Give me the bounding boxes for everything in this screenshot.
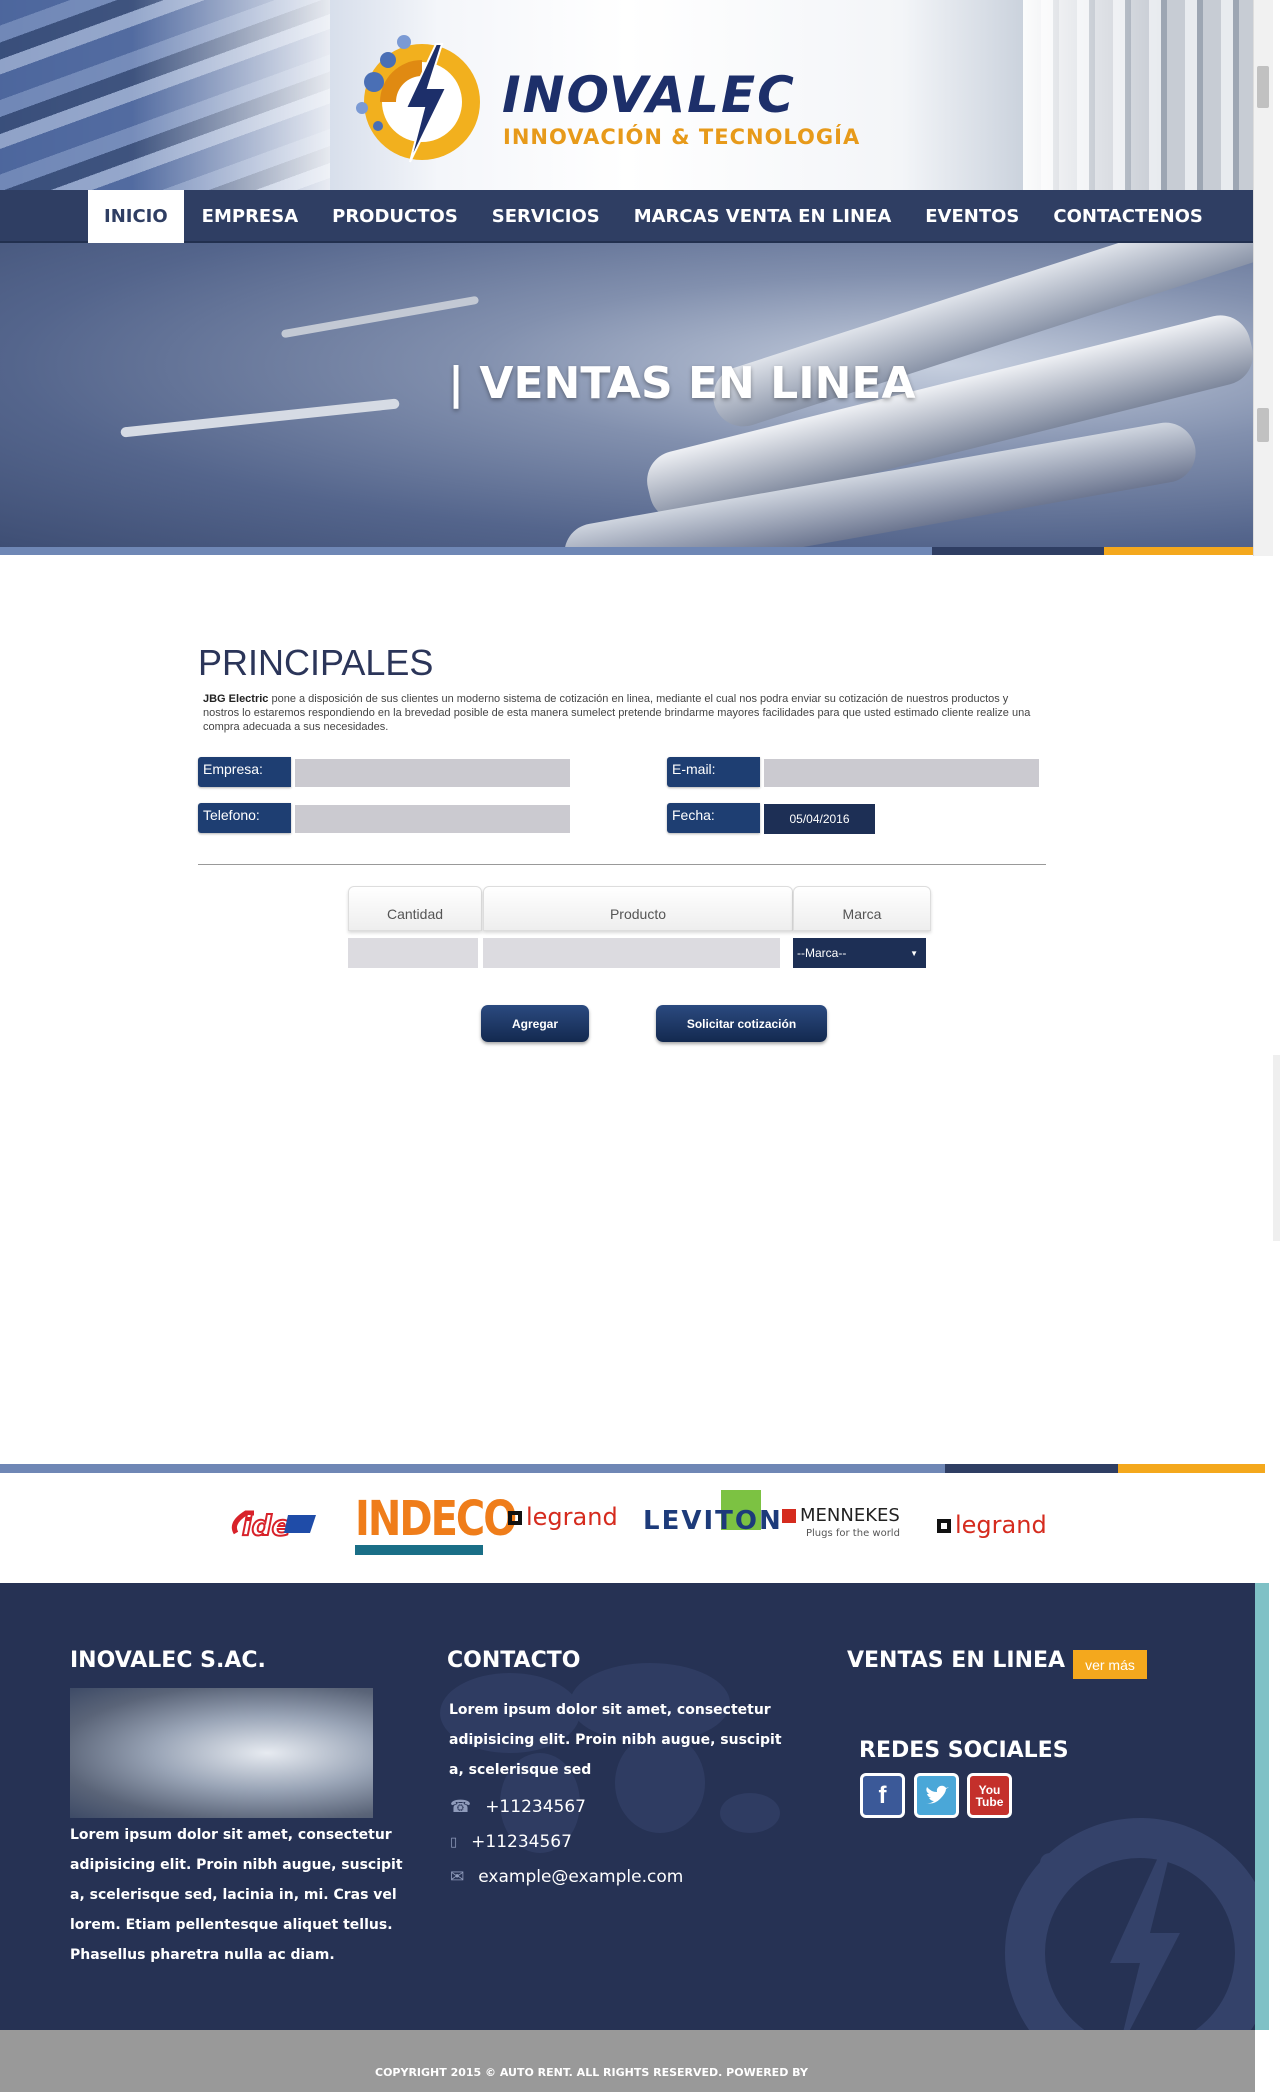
telefono-label: Telefono: bbox=[198, 803, 291, 833]
section-divider bbox=[198, 864, 1046, 865]
footer-phone[interactable]: +11234567 bbox=[485, 1797, 586, 1817]
main-navigation: INICIO EMPRESA PRODUCTOS SERVICIOS MARCA… bbox=[0, 190, 1253, 243]
telefono-field[interactable] bbox=[295, 805, 570, 833]
agregar-button[interactable]: Agregar bbox=[481, 1005, 589, 1042]
chevron-down-icon: ▼ bbox=[910, 948, 918, 958]
indeco-logo[interactable]: INDECO bbox=[355, 1491, 517, 1555]
indeco-underline bbox=[355, 1545, 483, 1555]
copyright-bar: COPYRIGHT 2015 © AUTO RENT. ALL RIGHTS R… bbox=[0, 2030, 1255, 2092]
brands-accent-bar bbox=[0, 1464, 945, 1473]
legrand-text: legrand bbox=[955, 1511, 1047, 1539]
footer-redes-title: REDES SOCIALES bbox=[859, 1738, 1069, 1763]
mennekes-slogan: Plugs for the world bbox=[806, 1528, 900, 1539]
twitter-bird-shape bbox=[925, 1785, 949, 1803]
youtube-icon[interactable]: You Tube bbox=[967, 1773, 1012, 1818]
col-header-producto: Producto bbox=[483, 886, 793, 931]
footer-company-text: Lorem ipsum dolor sit amet, consectetur … bbox=[70, 1827, 403, 1963]
nav-item-productos[interactable]: PRODUCTOS bbox=[316, 190, 474, 243]
brands-accent-bar bbox=[1118, 1464, 1265, 1473]
producto-input[interactable] bbox=[483, 938, 780, 968]
banner-drill-bit bbox=[120, 398, 400, 438]
ide-logo-icon[interactable]: ide bbox=[228, 1503, 322, 1543]
legrand-text: legrand bbox=[526, 1503, 618, 1531]
banner-accent-bar bbox=[932, 547, 1104, 555]
banner-accent-bar bbox=[0, 547, 932, 555]
footer-company-title: INOVALEC S.AC. bbox=[70, 1648, 266, 1673]
svg-text:ide: ide bbox=[242, 1509, 291, 1542]
footer-contact-text: Lorem ipsum dolor sit amet, consectetur … bbox=[449, 1702, 782, 1778]
marca-select-value: --Marca-- bbox=[797, 946, 847, 960]
inovalec-logo-icon[interactable] bbox=[340, 24, 490, 174]
site-footer: INOVALEC S.AC. Lorem ipsum dolor sit ame… bbox=[0, 1583, 1255, 2030]
cantidad-input[interactable] bbox=[348, 938, 478, 968]
mennekes-mark-icon bbox=[782, 1508, 796, 1523]
copyright-text: COPYRIGHT 2015 © AUTO RENT. ALL RIGHTS R… bbox=[375, 2066, 808, 2079]
nav-item-eventos[interactable]: EVENTOS bbox=[909, 190, 1035, 243]
header-tower-image bbox=[1023, 0, 1253, 190]
nav-item-servicios[interactable]: SERVICIOS bbox=[476, 190, 616, 243]
legrand-logo[interactable]: legrand bbox=[508, 1503, 618, 1531]
mennekes-text: MENNEKES bbox=[800, 1505, 900, 1526]
section-title: PRINCIPALES bbox=[198, 642, 434, 683]
footer-mobile[interactable]: +11234567 bbox=[471, 1832, 572, 1852]
footer-mobile-line: ▯ +11234567 bbox=[450, 1832, 572, 1852]
empresa-label: Empresa: bbox=[198, 757, 291, 787]
scrollbar-thumb-secondary[interactable] bbox=[1257, 408, 1269, 442]
mennekes-logo[interactable]: MENNEKES Plugs for the world bbox=[782, 1505, 912, 1539]
site-header: INOVALEC INNOVACIÓN & TECNOLOGÍA bbox=[0, 0, 1253, 190]
footer-watermark-logo-icon bbox=[1005, 1818, 1255, 2030]
legrand-square-icon bbox=[508, 1511, 522, 1525]
nav-item-marcas[interactable]: MARCAS VENTA EN LINEA bbox=[618, 190, 908, 243]
leviton-logo[interactable]: LEVITON bbox=[643, 1490, 781, 1540]
footer-contact-title: CONTACTO bbox=[447, 1648, 581, 1673]
marca-select[interactable]: --Marca-- ▼ bbox=[793, 938, 926, 968]
intro-company: JBG Electric bbox=[203, 693, 269, 705]
footer-email[interactable]: example@example.com bbox=[478, 1867, 683, 1887]
footer-phone-line: ☎ +11234567 bbox=[450, 1797, 586, 1817]
fecha-field[interactable]: 05/04/2016 bbox=[764, 804, 875, 834]
header-machinery-image bbox=[0, 0, 330, 190]
twitter-icon[interactable] bbox=[914, 1773, 959, 1818]
legrand-square-icon bbox=[937, 1519, 951, 1533]
brands-accent-bar bbox=[945, 1464, 1118, 1473]
leviton-text: LEVITON bbox=[643, 1506, 783, 1536]
mobile-icon: ▯ bbox=[450, 1834, 458, 1850]
indeco-text: INDECO bbox=[355, 1491, 517, 1547]
email-label: E-mail: bbox=[667, 757, 760, 787]
footer-ventas-title: VENTAS EN LINEA bbox=[847, 1648, 1066, 1673]
col-header-marca: Marca bbox=[793, 886, 931, 931]
nav-item-contactenos[interactable]: CONTACTENOS bbox=[1037, 190, 1219, 243]
scrollbar-thumb[interactable] bbox=[1257, 66, 1269, 108]
footer-company-image bbox=[70, 1688, 373, 1818]
ver-mas-button[interactable]: ver más bbox=[1073, 1650, 1147, 1679]
footer-email-line: ✉ example@example.com bbox=[450, 1867, 683, 1887]
nav-item-inicio[interactable]: INICIO bbox=[88, 190, 184, 243]
nav-item-empresa[interactable]: EMPRESA bbox=[186, 190, 314, 243]
page-banner: | VENTAS EN LINEA bbox=[0, 243, 1253, 548]
empresa-field[interactable] bbox=[295, 759, 570, 787]
footer-edge-strip bbox=[1255, 1583, 1269, 2030]
email-field[interactable] bbox=[764, 759, 1039, 787]
solicitar-cotizacion-button[interactable]: Solicitar cotización bbox=[656, 1005, 827, 1042]
scrollbar-edge bbox=[1273, 1055, 1280, 1241]
brands-strip: ide INDECO legrand LEVITON MENNEKES Plug… bbox=[0, 1473, 1255, 1583]
brand-tagline: INNOVACIÓN & TECNOLOGÍA bbox=[503, 125, 861, 149]
facebook-icon[interactable]: f bbox=[860, 1773, 905, 1818]
banner-accent-bar bbox=[1104, 547, 1253, 555]
intro-text: pone a disposición de sus clientes un mo… bbox=[203, 693, 1031, 733]
legrand-logo-2[interactable]: legrand bbox=[937, 1511, 1047, 1539]
envelope-icon: ✉ bbox=[450, 1867, 465, 1887]
banner-drill-bit bbox=[280, 295, 480, 339]
brand-name: INOVALEC bbox=[502, 66, 796, 124]
banner-title: | VENTAS EN LINEA bbox=[448, 358, 916, 409]
intro-paragraph: JBG Electric pone a disposición de sus c… bbox=[203, 692, 1043, 734]
col-header-cantidad: Cantidad bbox=[348, 886, 482, 931]
fecha-label: Fecha: bbox=[667, 803, 760, 833]
phone-icon: ☎ bbox=[450, 1797, 472, 1817]
